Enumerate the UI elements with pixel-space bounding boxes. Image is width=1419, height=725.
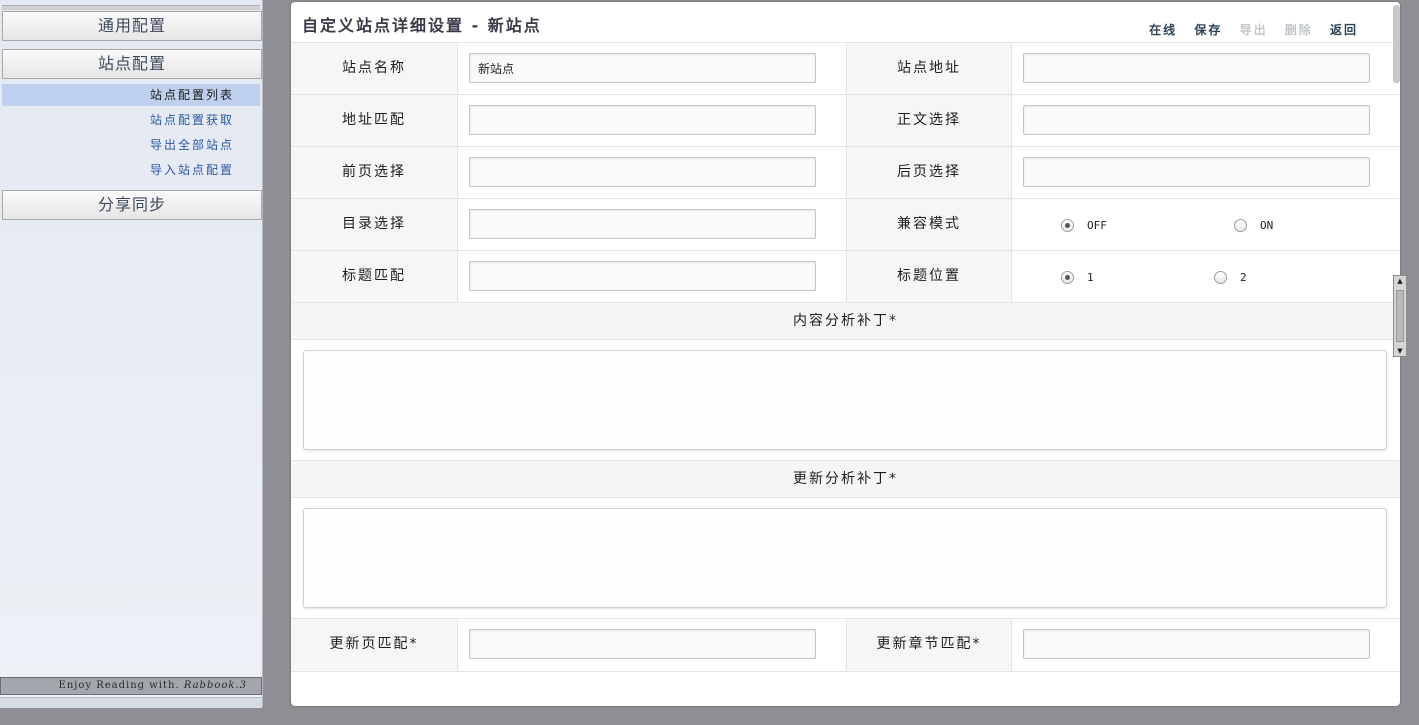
toc-select-input[interactable] [469, 209, 816, 239]
title-position-label: 标题位置 [846, 251, 1012, 303]
nav-item-fetch-site-config[interactable]: 站点配置获取 [2, 109, 260, 131]
save-button[interactable]: 保存 [1194, 23, 1222, 37]
scroll-down-arrow-icon[interactable]: ▼ [1394, 347, 1406, 355]
update-patch-textarea[interactable] [303, 508, 1387, 608]
radio-unchecked-icon[interactable] [1234, 218, 1247, 232]
title-match-input[interactable] [469, 261, 816, 291]
nav-item-site-list[interactable]: 站点配置列表 [2, 84, 260, 106]
nav-category-site-config[interactable]: 站点配置 [2, 49, 262, 79]
form-row: 标题匹配 标题位置 1 2 [291, 250, 1400, 303]
radio-checked-icon[interactable] [1061, 218, 1074, 232]
delete-button: 删除 [1284, 23, 1313, 37]
compat-mode-off-option[interactable]: OFF [1061, 199, 1107, 251]
nav-item-export-all-sites[interactable]: 导出全部站点 [2, 134, 260, 156]
site-detail-panel: 自定义站点详细设置 - 新站点 在线 保存 导出 删除 返回 站点名称 站点地址… [291, 2, 1400, 706]
radio-checked-icon[interactable] [1061, 270, 1074, 284]
panel-scrollbar[interactable] [1393, 5, 1400, 83]
toc-select-label: 目录选择 [291, 199, 458, 251]
prev-page-select-input[interactable] [469, 157, 816, 187]
sidebar: 通用配置 站点配置 站点配置列表 站点配置获取 导出全部站点 导入站点配置 分享… [0, 0, 263, 708]
update-page-match-input[interactable] [469, 629, 816, 659]
url-match-label: 地址匹配 [291, 95, 458, 147]
compat-mode-off-label: OFF [1087, 218, 1107, 232]
form-row: 目录选择 兼容模式 OFF ON [291, 198, 1400, 251]
body-select-label: 正文选择 [846, 95, 1012, 147]
compat-mode-on-label: ON [1260, 218, 1274, 232]
radio-unchecked-icon[interactable] [1214, 270, 1227, 284]
title-position-1-option[interactable]: 1 [1061, 251, 1094, 303]
form-row: 站点名称 站点地址 [291, 42, 1400, 95]
textarea-scrollbar[interactable]: ▲ ▼ [1393, 275, 1407, 357]
update-chapter-match-label: 更新章节匹配* [846, 619, 1012, 671]
sidebar-footer: Enjoy Reading with. Rabbook.3 [0, 677, 262, 695]
page-title: 自定义站点详细设置 - 新站点 [302, 16, 542, 35]
next-page-select-input[interactable] [1023, 157, 1370, 187]
sidebar-top-divider [2, 5, 260, 10]
nav-category-general[interactable]: 通用配置 [2, 11, 262, 41]
site-name-label: 站点名称 [291, 43, 458, 95]
site-url-input[interactable] [1023, 53, 1370, 83]
back-button[interactable]: 返回 [1330, 23, 1358, 37]
prev-page-select-label: 前页选择 [291, 147, 458, 199]
title-position-2-option[interactable]: 2 [1214, 251, 1247, 303]
site-url-label: 站点地址 [846, 43, 1012, 95]
title-position-1-label: 1 [1087, 270, 1094, 284]
url-match-input[interactable] [469, 105, 816, 135]
online-button[interactable]: 在线 [1149, 23, 1177, 37]
content-patch-heading: 内容分析补丁* [291, 302, 1400, 340]
next-page-select-label: 后页选择 [846, 147, 1012, 199]
scroll-up-arrow-icon[interactable]: ▲ [1394, 277, 1406, 285]
export-button: 导出 [1239, 23, 1268, 37]
action-bar: 在线 保存 导出 删除 返回 [1138, 21, 1358, 38]
form-row: 前页选择 后页选择 [291, 146, 1400, 199]
site-name-input[interactable] [469, 53, 816, 83]
title-position-2-label: 2 [1240, 270, 1247, 284]
content-patch-textarea[interactable] [303, 350, 1387, 450]
update-chapter-match-input[interactable] [1023, 629, 1370, 659]
update-patch-heading: 更新分析补丁* [291, 460, 1400, 498]
title-match-label: 标题匹配 [291, 251, 458, 303]
footer-text: Enjoy Reading with. [58, 680, 180, 691]
form-row: 地址匹配 正文选择 [291, 94, 1400, 147]
body-select-input[interactable] [1023, 105, 1370, 135]
update-page-match-label: 更新页匹配* [291, 619, 458, 671]
sidebar-bottom-bar [0, 697, 262, 708]
footer-brand: Rabbook.3 [183, 680, 247, 691]
compat-mode-label: 兼容模式 [846, 199, 1012, 251]
scroll-thumb[interactable] [1396, 290, 1404, 342]
form-row: 更新页匹配* 更新章节匹配* [291, 618, 1400, 672]
nav-item-import-site-config[interactable]: 导入站点配置 [2, 159, 260, 181]
nav-category-share-sync[interactable]: 分享同步 [2, 190, 262, 220]
compat-mode-on-option[interactable]: ON [1234, 199, 1273, 251]
